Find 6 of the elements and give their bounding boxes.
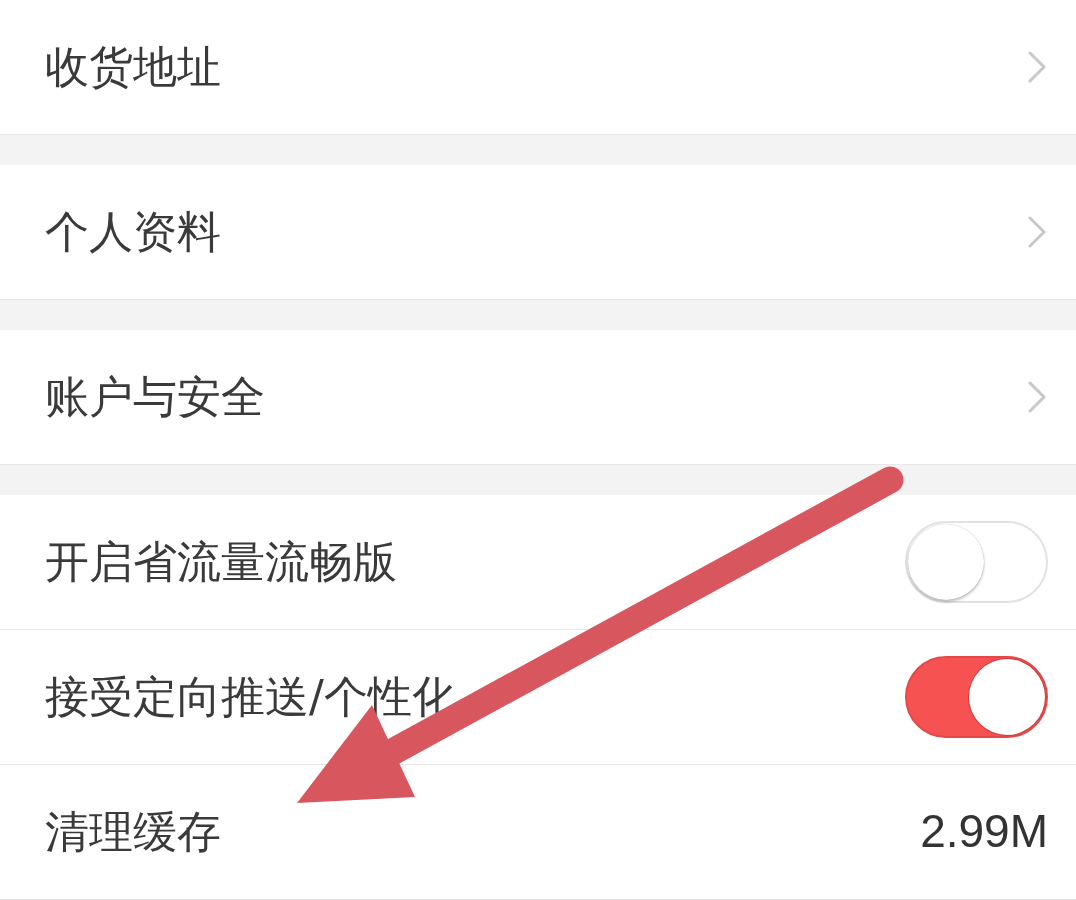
chevron-icon bbox=[1028, 216, 1046, 248]
cache-size: 2.99M bbox=[920, 804, 1048, 860]
setting-label: 清理缓存 bbox=[45, 805, 221, 859]
chevron-icon bbox=[1028, 381, 1046, 413]
setting-label: 开启省流量流畅版 bbox=[45, 535, 397, 589]
chevron-icon bbox=[1028, 51, 1046, 83]
